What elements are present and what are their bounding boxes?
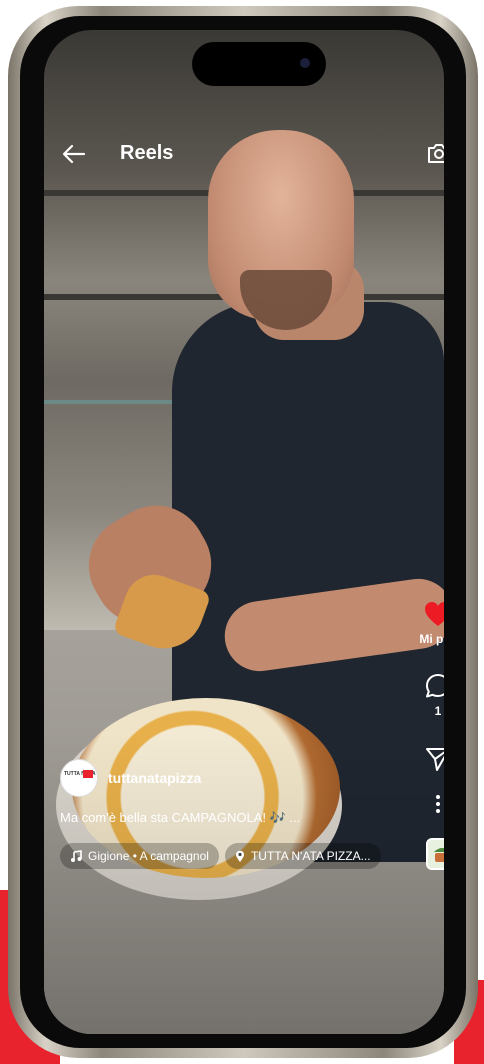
music-note-icon bbox=[71, 850, 82, 862]
album-art-icon bbox=[428, 840, 444, 868]
comment-button[interactable]: 1 bbox=[414, 672, 444, 718]
reel-caption[interactable]: Ma com'è bella sta CAMPAGNOLA! 🎶 ... bbox=[60, 810, 300, 826]
reels-header: Reels bbox=[44, 138, 444, 170]
camera-icon[interactable] bbox=[426, 140, 444, 166]
avatar-logo-mark bbox=[83, 770, 93, 778]
location-chip[interactable]: TUTTA N'ATA PIZZA... bbox=[224, 843, 381, 869]
more-vertical-icon bbox=[436, 795, 440, 813]
music-chip[interactable]: Gigione • A campagnol bbox=[60, 843, 219, 869]
like-label: Mi pi... bbox=[419, 632, 444, 646]
dynamic-island bbox=[192, 42, 326, 86]
reel-screen[interactable]: Reels Mi pi... 1 TUTTA N'ATA tut bbox=[44, 30, 444, 1034]
author-row[interactable]: TUTTA N'ATA tuttanatapizza bbox=[60, 759, 201, 797]
comment-icon bbox=[426, 674, 444, 698]
location-label: TUTTA N'ATA PIZZA... bbox=[250, 849, 371, 863]
avatar[interactable]: TUTTA N'ATA bbox=[60, 759, 98, 797]
front-camera bbox=[300, 58, 310, 68]
audio-thumbnail[interactable] bbox=[426, 838, 444, 870]
paper-plane-icon bbox=[426, 748, 444, 771]
page-title: Reels bbox=[120, 142, 174, 164]
heart-filled-icon bbox=[425, 602, 444, 626]
arrow-left-icon[interactable] bbox=[60, 140, 88, 168]
music-label: Gigione • A campagnol bbox=[88, 849, 209, 863]
meta-chips: Gigione • A campagnol TUTTA N'ATA PIZZA.… bbox=[60, 843, 381, 869]
like-button[interactable]: Mi pi... bbox=[414, 600, 444, 646]
share-button[interactable] bbox=[414, 746, 444, 772]
username[interactable]: tuttanatapizza bbox=[108, 770, 201, 786]
comment-count: 1 bbox=[434, 704, 442, 718]
location-pin-icon bbox=[235, 850, 244, 862]
more-options-button[interactable] bbox=[414, 794, 444, 814]
